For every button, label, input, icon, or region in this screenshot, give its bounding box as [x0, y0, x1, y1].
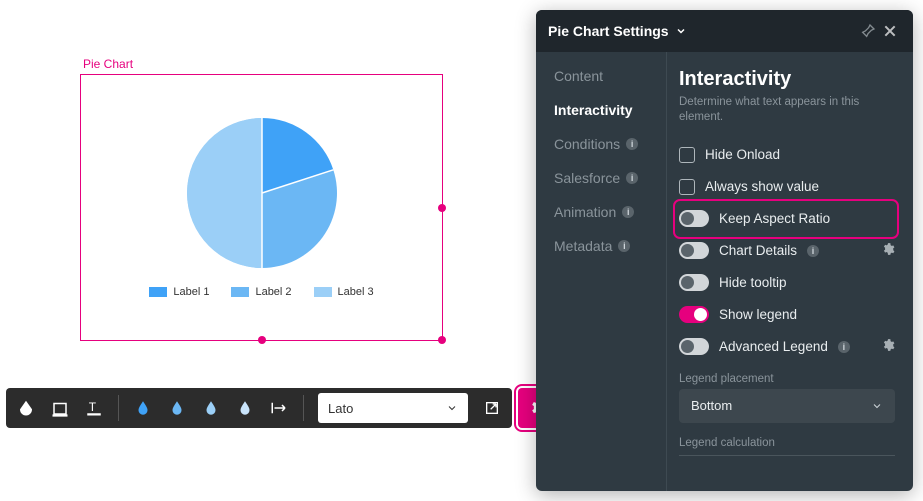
separator [303, 395, 304, 421]
legend-label: Label 1 [173, 286, 209, 298]
tab-interactivity[interactable]: Interactivity [554, 102, 666, 118]
font-select[interactable]: Lato [318, 393, 468, 423]
pin-icon[interactable] [857, 20, 879, 42]
divider [679, 455, 895, 456]
spacing-icon[interactable] [265, 394, 293, 422]
toggle[interactable] [679, 210, 709, 227]
option-label: Hide tooltip [719, 275, 787, 290]
color-drop-3[interactable] [197, 394, 225, 422]
legend-item: Label 1 [149, 286, 209, 298]
svg-text:T: T [89, 400, 97, 414]
legend-swatch [231, 287, 249, 297]
option-hide-onload[interactable]: Hide Onload [679, 139, 895, 171]
toolbar-dark-group: T Lato [6, 388, 512, 428]
chart-canvas[interactable]: Pie Chart Label 1 Label 2 Label 3 [80, 74, 443, 358]
row-gear-icon[interactable] [881, 338, 895, 355]
info-icon: i [618, 240, 630, 252]
checkbox[interactable] [679, 179, 695, 195]
option-label: Chart Details [719, 243, 797, 258]
chart-title: Pie Chart [83, 57, 133, 71]
legend-swatch [314, 287, 332, 297]
panel-title[interactable]: Pie Chart Settings [548, 23, 687, 39]
legend-calc-label: Legend calculation [679, 437, 895, 449]
popout-icon[interactable] [478, 394, 506, 422]
legend-label: Label 3 [338, 286, 374, 298]
option-keep-aspect-ratio[interactable]: Keep Aspect Ratio [677, 203, 895, 235]
settings-panel: Pie Chart Settings Content Interactivity… [536, 10, 913, 491]
font-name: Lato [328, 401, 353, 416]
option-label: Keep Aspect Ratio [719, 211, 830, 226]
option-label: Always show value [705, 179, 819, 194]
resize-handle-corner[interactable] [438, 336, 446, 344]
color-drop-4[interactable] [231, 394, 259, 422]
info-icon: i [838, 341, 850, 353]
legend-label: Label 2 [255, 286, 291, 298]
toggle[interactable] [679, 338, 709, 355]
info-icon: i [807, 245, 819, 257]
separator [118, 395, 119, 421]
option-always-show-value[interactable]: Always show value [679, 171, 895, 203]
legend-item: Label 2 [231, 286, 291, 298]
info-icon: i [626, 138, 638, 150]
checkbox[interactable] [679, 147, 695, 163]
fill-icon[interactable] [12, 394, 40, 422]
pie-chart [187, 118, 337, 268]
select-value: Bottom [691, 398, 732, 413]
tab-animation[interactable]: Animationi [554, 204, 666, 220]
info-icon: i [626, 172, 638, 184]
toggle[interactable] [679, 274, 709, 291]
tab-content[interactable]: Content [554, 68, 666, 84]
toggle[interactable] [679, 242, 709, 259]
tab-metadata[interactable]: Metadatai [554, 238, 666, 254]
option-show-legend[interactable]: Show legend [679, 299, 895, 331]
close-icon[interactable] [879, 20, 901, 42]
color-drop-2[interactable] [163, 394, 191, 422]
panel-content: Interactivity Determine what text appear… [666, 52, 913, 491]
tab-salesforce[interactable]: Salesforcei [554, 170, 666, 186]
panel-tabs: Content Interactivity Conditionsi Salesf… [536, 52, 666, 491]
option-advanced-legend[interactable]: Advanced Legend i [679, 331, 895, 363]
legend-item: Label 3 [314, 286, 374, 298]
color-drop-1[interactable] [129, 394, 157, 422]
border-icon[interactable] [46, 394, 74, 422]
option-label: Hide Onload [705, 147, 780, 162]
legend-swatch [149, 287, 167, 297]
panel-header: Pie Chart Settings [536, 10, 913, 52]
legend-placement-select[interactable]: Bottom [679, 389, 895, 423]
option-label: Show legend [719, 307, 797, 322]
tab-conditions[interactable]: Conditionsi [554, 136, 666, 152]
row-gear-icon[interactable] [881, 242, 895, 259]
resize-handle-right[interactable] [438, 204, 446, 212]
toolbar: T Lato [6, 386, 600, 430]
chevron-down-icon [871, 400, 883, 412]
option-hide-tooltip[interactable]: Hide tooltip [679, 267, 895, 299]
chart-legend: Label 1 Label 2 Label 3 [149, 286, 373, 298]
section-heading: Interactivity [679, 68, 895, 91]
text-color-icon[interactable]: T [80, 394, 108, 422]
resize-handle-bottom[interactable] [258, 336, 266, 344]
section-subtext: Determine what text appears in this elem… [679, 95, 879, 125]
option-label: Advanced Legend [719, 339, 828, 354]
option-chart-details[interactable]: Chart Details i [679, 235, 895, 267]
chevron-down-icon [446, 402, 458, 414]
legend-placement-label: Legend placement [679, 373, 895, 385]
chart-frame[interactable]: Label 1 Label 2 Label 3 [80, 74, 443, 341]
chevron-down-icon [675, 25, 687, 37]
toggle[interactable] [679, 306, 709, 323]
info-icon: i [622, 206, 634, 218]
